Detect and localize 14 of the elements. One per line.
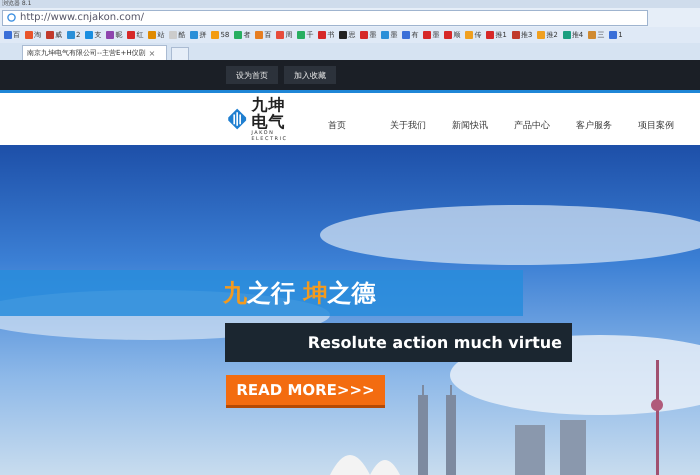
nav-link[interactable]: 项目案例 [638, 118, 700, 132]
top-bar-button[interactable]: 加入收藏 [284, 66, 336, 84]
tagline: 九之行 坤之德 [223, 278, 376, 309]
nav-link[interactable]: 新闻快讯 [452, 118, 514, 132]
address-field[interactable]: http://www.cnjakon.com/ [2, 10, 648, 26]
subtitle-banner: Resolute action much virtue [225, 323, 572, 362]
top-bar-button[interactable]: 设为首页 [226, 66, 278, 84]
nav-link[interactable]: 客户服务 [576, 118, 638, 132]
nav-link[interactable]: 首页 [328, 118, 390, 132]
logo-name: 九坤电气 [251, 96, 286, 130]
nav-link[interactable]: 产品中心 [514, 118, 576, 132]
nav-link[interactable]: 关于我们 [390, 118, 452, 132]
new-tab-button[interactable] [171, 47, 189, 60]
globe-icon [7, 13, 16, 22]
